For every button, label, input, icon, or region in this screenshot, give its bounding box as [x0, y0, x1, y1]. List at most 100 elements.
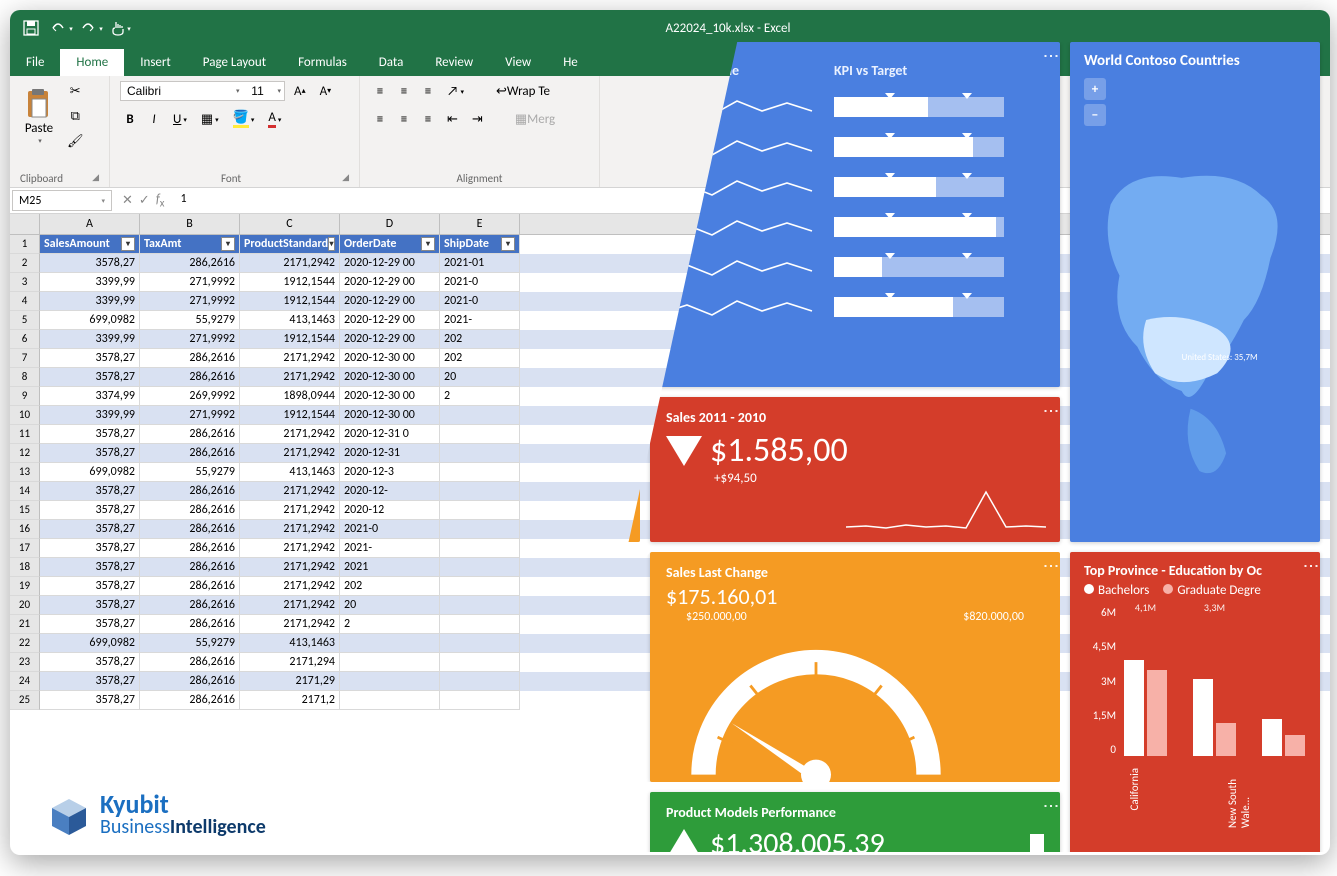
cell[interactable]: 286,2616: [140, 368, 240, 387]
cell[interactable]: 286,2616: [140, 672, 240, 691]
cell[interactable]: 1898,0944: [240, 387, 340, 406]
cell[interactable]: 3578,27: [40, 444, 140, 463]
cell[interactable]: [440, 653, 520, 672]
cell[interactable]: [340, 653, 440, 672]
align-center-icon[interactable]: ≡: [394, 108, 414, 130]
cell[interactable]: 271,9992: [140, 292, 240, 311]
clipboard-dialog-launcher[interactable]: ◢: [92, 172, 99, 183]
cell[interactable]: 2020-12-29 00: [340, 273, 440, 292]
increase-font-icon[interactable]: A▴: [289, 80, 311, 102]
cell[interactable]: [440, 444, 520, 463]
cell[interactable]: 286,2616: [140, 520, 240, 539]
cell[interactable]: 3578,27: [40, 520, 140, 539]
cell[interactable]: 3399,99: [40, 406, 140, 425]
cell[interactable]: 2171,2942: [240, 349, 340, 368]
increase-indent-icon[interactable]: ⇥: [467, 108, 488, 130]
cell[interactable]: [440, 520, 520, 539]
cell[interactable]: 202: [340, 577, 440, 596]
cell[interactable]: 2020-12-: [340, 482, 440, 501]
row-header[interactable]: 12: [10, 444, 40, 463]
cell[interactable]: 2020-12-29 00: [340, 292, 440, 311]
cell[interactable]: 271,9992: [140, 406, 240, 425]
italic-button[interactable]: I: [144, 108, 164, 130]
cell[interactable]: 2171,2942: [240, 482, 340, 501]
cell[interactable]: 2020-12-29 00: [340, 330, 440, 349]
cell[interactable]: [440, 539, 520, 558]
cell[interactable]: 286,2616: [140, 653, 240, 672]
row-header[interactable]: 13: [10, 463, 40, 482]
cell[interactable]: [440, 425, 520, 444]
cell[interactable]: 55,9279: [140, 311, 240, 330]
cancel-formula-icon[interactable]: ✕: [122, 193, 133, 208]
cell[interactable]: 2171,2942: [240, 596, 340, 615]
cell[interactable]: 286,2616: [140, 691, 240, 710]
cell[interactable]: 2020-12-3: [340, 463, 440, 482]
cell[interactable]: [440, 577, 520, 596]
select-all-corner[interactable]: [10, 214, 40, 234]
cell[interactable]: [340, 672, 440, 691]
row-header[interactable]: 4: [10, 292, 40, 311]
name-box[interactable]: M25▾: [12, 190, 112, 211]
tab-view[interactable]: View: [489, 49, 547, 76]
copy-icon[interactable]: ⧉: [62, 105, 89, 127]
filter-icon[interactable]: ▾: [421, 237, 435, 251]
row-header[interactable]: 7: [10, 349, 40, 368]
row-header[interactable]: 11: [10, 425, 40, 444]
cell[interactable]: 3578,27: [40, 368, 140, 387]
cell[interactable]: 3578,27: [40, 577, 140, 596]
cell[interactable]: 286,2616: [140, 558, 240, 577]
cell[interactable]: 271,9992: [140, 273, 240, 292]
table-header-cell[interactable]: SalesAmount▾: [40, 235, 140, 254]
row-header[interactable]: 6: [10, 330, 40, 349]
cell[interactable]: 2020-12-29 00: [340, 254, 440, 273]
cell[interactable]: 2171,2942: [240, 615, 340, 634]
filter-icon[interactable]: ▾: [121, 237, 135, 251]
fx-icon[interactable]: fx: [156, 192, 165, 210]
decrease-indent-icon[interactable]: ⇤: [442, 108, 463, 130]
font-dialog-launcher[interactable]: ◢: [342, 172, 349, 183]
cell[interactable]: 2020-12-31 0: [340, 425, 440, 444]
row-header[interactable]: 8: [10, 368, 40, 387]
cell[interactable]: 2171,2942: [240, 425, 340, 444]
undo-icon[interactable]: ▾: [48, 15, 74, 41]
borders-icon[interactable]: ▦▾: [196, 108, 224, 130]
cell[interactable]: 286,2616: [140, 539, 240, 558]
tab-insert[interactable]: Insert: [124, 49, 187, 76]
redo-icon[interactable]: ▾: [78, 15, 104, 41]
row-header[interactable]: 24: [10, 672, 40, 691]
row-header[interactable]: 5: [10, 311, 40, 330]
cell[interactable]: 699,0982: [40, 311, 140, 330]
cell[interactable]: 202: [440, 349, 520, 368]
card-menu-icon[interactable]: ⋮: [1048, 798, 1052, 814]
row-header[interactable]: 20: [10, 596, 40, 615]
row-header[interactable]: 1: [10, 235, 40, 254]
cell[interactable]: [440, 634, 520, 653]
tab-formulas[interactable]: Formulas: [282, 49, 363, 76]
cell[interactable]: 2171,2942: [240, 501, 340, 520]
row-header[interactable]: 18: [10, 558, 40, 577]
cell[interactable]: 286,2616: [140, 577, 240, 596]
cell[interactable]: [440, 596, 520, 615]
row-header[interactable]: 15: [10, 501, 40, 520]
cell[interactable]: 2171,2942: [240, 520, 340, 539]
row-header[interactable]: 10: [10, 406, 40, 425]
cell[interactable]: 2021-01: [440, 254, 520, 273]
cell[interactable]: 2: [340, 615, 440, 634]
cell[interactable]: 3578,27: [40, 653, 140, 672]
cell[interactable]: 20: [340, 596, 440, 615]
decrease-font-icon[interactable]: A▾: [315, 80, 337, 102]
cell[interactable]: 3399,99: [40, 292, 140, 311]
cell[interactable]: 2020-12-31: [340, 444, 440, 463]
cell[interactable]: 1912,1544: [240, 273, 340, 292]
cell[interactable]: 55,9279: [140, 463, 240, 482]
format-painter-icon[interactable]: 🖌: [62, 130, 89, 152]
cell[interactable]: [440, 691, 520, 710]
row-header[interactable]: 23: [10, 653, 40, 672]
cell[interactable]: 3578,27: [40, 254, 140, 273]
cell[interactable]: 2020-12-30 00: [340, 406, 440, 425]
cell[interactable]: 2020-12-30 00: [340, 349, 440, 368]
cell[interactable]: 2020-12-29 00: [340, 311, 440, 330]
cell[interactable]: 2021-0: [440, 273, 520, 292]
cell[interactable]: 2021-0: [440, 292, 520, 311]
cut-icon[interactable]: ✂: [62, 80, 89, 102]
